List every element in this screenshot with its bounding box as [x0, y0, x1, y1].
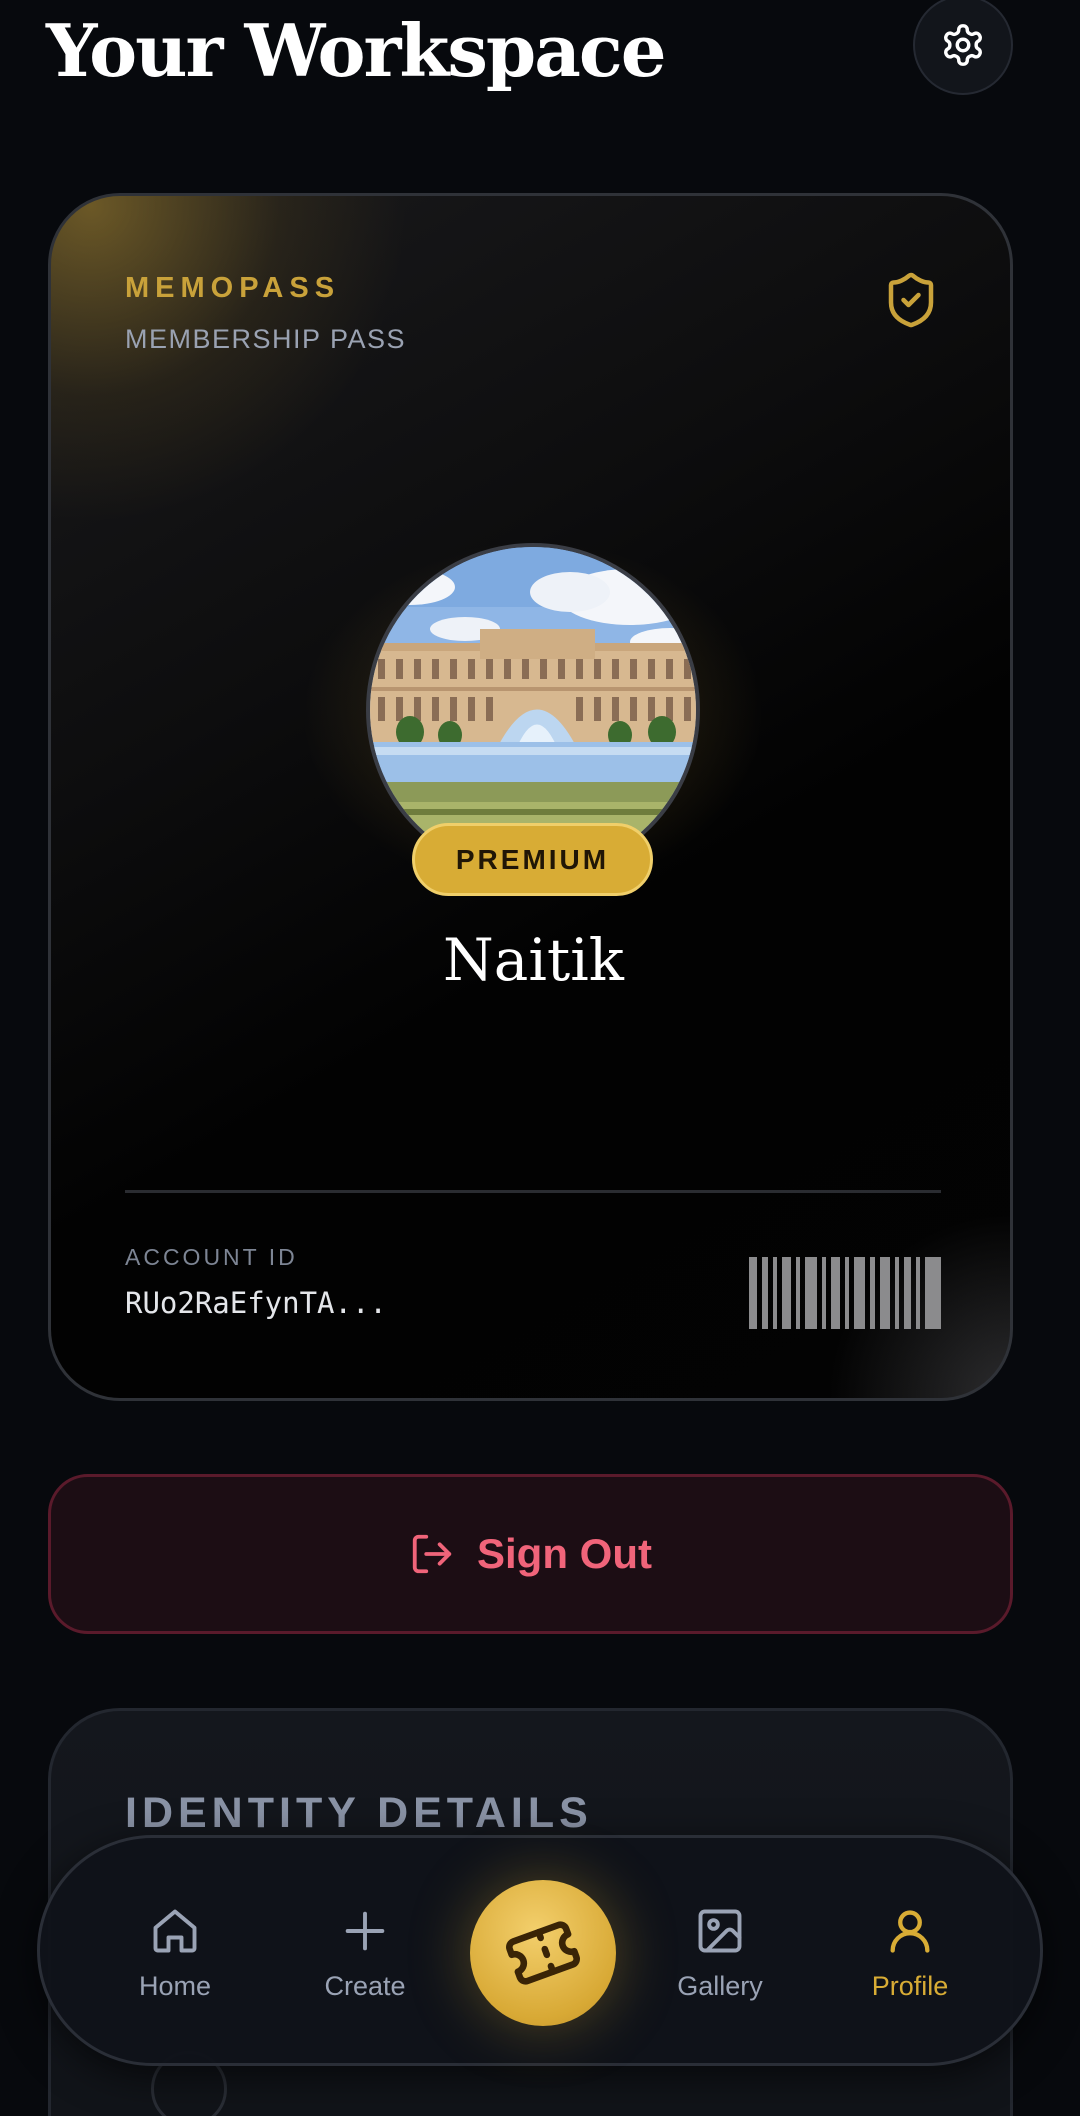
shield-check-icon: [888, 272, 934, 328]
page-title: Your Workspace: [46, 8, 667, 93]
member-name: Naitik: [443, 926, 624, 994]
gear-icon: [944, 24, 982, 66]
nav-ticket-button[interactable]: [470, 1880, 616, 2026]
nav-home[interactable]: Home: [95, 1838, 255, 2069]
nav-gallery[interactable]: Gallery: [640, 1838, 800, 2069]
profile-screen: Your Workspace MEMOPASS MEMBERSHIP PASS: [0, 0, 1080, 2116]
user-icon: [890, 1910, 930, 1953]
pass-type: MEMBERSHIP PASS: [125, 324, 407, 354]
home-icon: [153, 1909, 197, 1953]
ticket-icon: [506, 1921, 580, 1985]
plus-icon: [345, 1911, 385, 1951]
account-id-label: ACCOUNT ID: [125, 1244, 298, 1270]
nav-gallery-label: Gallery: [677, 1971, 763, 2001]
sign-out-label: Sign Out: [477, 1530, 652, 1577]
nav-home-label: Home: [138, 1971, 212, 2001]
bottom-nav: Home Create Gallery Profile: [37, 1835, 1043, 2066]
identity-details-title: IDENTITY DETAILS: [125, 1789, 593, 1837]
card-divider: [125, 1190, 941, 1193]
brand-name: MEMOPASS: [125, 272, 341, 304]
nav-profile[interactable]: Profile: [830, 1838, 990, 2069]
premium-badge: PREMIUM: [412, 823, 653, 896]
barcode-icon: [749, 1257, 941, 1329]
image-icon: [698, 1909, 742, 1953]
nav-profile-label: Profile: [871, 1971, 949, 2001]
logout-icon: [412, 1534, 452, 1574]
settings-button[interactable]: [913, 0, 1013, 95]
membership-card: MEMOPASS MEMBERSHIP PASS PREMIUM Naitik …: [48, 193, 1013, 1401]
nav-create-label: Create: [324, 1971, 406, 2001]
nav-create[interactable]: Create: [285, 1838, 445, 2069]
account-id-value: RUo2RaEfynTA...: [125, 1286, 387, 1320]
sign-out-button[interactable]: Sign Out: [48, 1474, 1013, 1634]
